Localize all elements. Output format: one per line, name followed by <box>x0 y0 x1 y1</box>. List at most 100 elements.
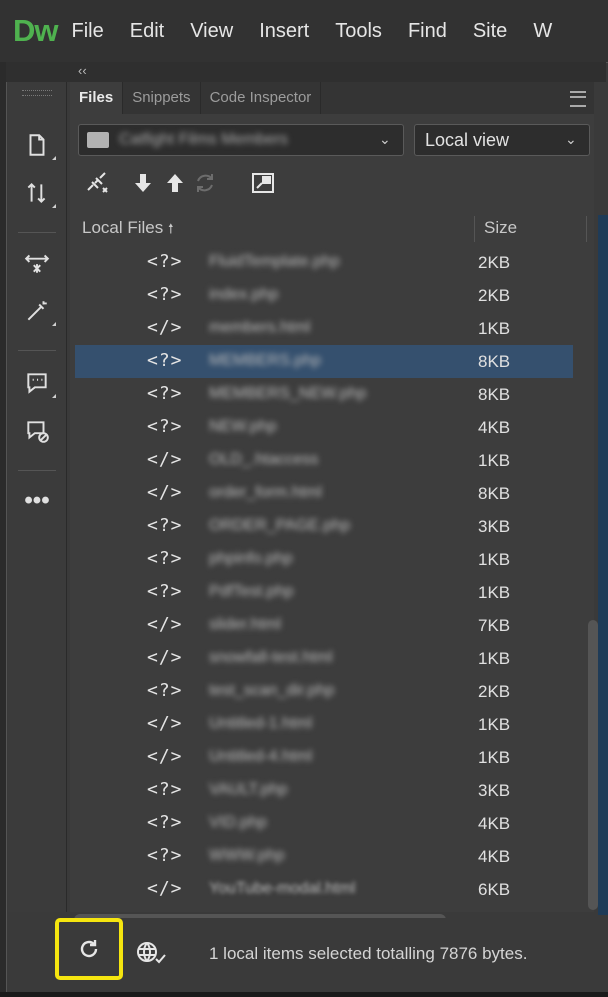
file-row[interactable]: <?> VAULT.php 3KB <box>75 774 573 807</box>
html-file-icon: </> <box>147 614 183 635</box>
file-name: Untitled-1.html <box>209 715 313 732</box>
file-size: 1KB <box>478 583 511 602</box>
files-panel: Files Snippets Code Inspector Catfight F… <box>70 82 594 912</box>
more-icon[interactable]: ••• <box>22 486 52 516</box>
file-list-header: Local Files 🠕 Size <box>74 214 587 244</box>
sync-icon[interactable] <box>188 168 222 198</box>
toolbar-grip[interactable] <box>22 90 52 96</box>
status-text: 1 local items selected totalling 7876 by… <box>209 944 528 963</box>
file-name: FluidTemplate.php <box>209 253 340 270</box>
left-toolbar: ••• <box>8 82 67 912</box>
file-toolbar <box>80 168 292 198</box>
file-row[interactable]: <?> test_scan_dir.php 2KB <box>75 675 573 708</box>
disconnect-icon[interactable] <box>80 168 114 198</box>
file-size: 2KB <box>478 253 511 272</box>
panel-collapse-bar[interactable]: ‹‹ <box>6 62 606 82</box>
file-row[interactable]: <?> MEMBERS.php 8KB <box>75 345 573 378</box>
vertical-scrollbar[interactable] <box>588 620 598 910</box>
file-name: MEMBERS.php <box>209 352 322 369</box>
comment-remove-icon[interactable] <box>22 416 52 446</box>
file-row[interactable]: <?> ORDER_PAGE.php 3KB <box>75 510 573 543</box>
file-row[interactable]: <?> PdfTest.php 1KB <box>75 576 573 609</box>
menu-find[interactable]: Find <box>408 20 447 43</box>
file-name: WWW.php <box>209 847 285 864</box>
column-size[interactable]: Size <box>484 218 517 238</box>
site-select[interactable]: Catfight Films Members ⌄ <box>78 124 404 156</box>
menu-edit[interactable]: Edit <box>130 20 164 43</box>
file-row[interactable]: </> YouTube-modal.html 6KB <box>75 873 573 906</box>
file-size: 4KB <box>478 847 511 866</box>
panel-tabs: Files Snippets Code Inspector <box>70 82 594 114</box>
html-file-icon: </> <box>147 317 183 338</box>
file-size: 3KB <box>478 517 511 536</box>
menu-window[interactable]: W <box>533 20 552 43</box>
file-row[interactable]: <?> phpinfo.php 1KB <box>75 543 573 576</box>
html-file-icon: </> <box>147 878 183 899</box>
menu-site[interactable]: Site <box>473 20 507 43</box>
menu-tools[interactable]: Tools <box>335 20 382 43</box>
file-size: 1KB <box>478 451 511 470</box>
tab-code-inspector[interactable]: Code Inspector <box>201 82 322 114</box>
file-row[interactable]: <?> NEW.php 4KB <box>75 411 573 444</box>
file-icon[interactable] <box>22 130 56 160</box>
file-name: order_form.html <box>209 484 322 501</box>
file-size: 3KB <box>478 781 511 800</box>
html-file-icon: </> <box>147 647 183 668</box>
file-row[interactable]: </> members.html 1KB <box>75 312 573 345</box>
file-row[interactable]: </> OLD_.htaccess 1KB <box>75 444 573 477</box>
put-file-arrow-up-icon[interactable] <box>158 168 192 198</box>
file-name: slider.html <box>209 616 282 633</box>
html-file-icon: </> <box>147 746 183 767</box>
tab-snippets[interactable]: Snippets <box>123 82 201 114</box>
file-size: 2KB <box>478 682 511 701</box>
file-name: VAULT.php <box>209 781 288 798</box>
file-name: MEMBERS_NEW.php <box>209 385 367 402</box>
file-name: NEW.php <box>209 418 277 435</box>
panel-menu-icon[interactable] <box>570 91 586 107</box>
file-row[interactable]: <?> FluidTemplate.php 2KB <box>75 246 573 279</box>
comment-icon[interactable] <box>22 368 56 398</box>
file-size: 8KB <box>478 352 511 371</box>
file-row[interactable]: <?> MEMBERS_NEW.php 8KB <box>75 378 573 411</box>
file-row[interactable]: </> slider.html 7KB <box>75 609 573 642</box>
php-file-icon: <?> <box>147 812 183 833</box>
expand-panel-icon[interactable] <box>246 168 280 198</box>
view-select-value: Local view <box>425 130 510 150</box>
view-select[interactable]: Local view ⌄ <box>414 124 590 156</box>
file-name: phpinfo.php <box>209 550 293 567</box>
file-name: test_scan_dir.php <box>209 682 335 699</box>
folder-icon <box>87 132 109 148</box>
tab-files[interactable]: Files <box>70 82 124 114</box>
php-file-icon: <?> <box>147 251 183 272</box>
php-file-icon: <?> <box>147 416 183 437</box>
wand-icon[interactable] <box>22 296 56 326</box>
file-row[interactable]: <?> WWW.php 4KB <box>75 840 573 873</box>
html-file-icon: </> <box>147 449 183 470</box>
file-list: <?> FluidTemplate.php 2KB <?> index.php 2KB </… <box>70 246 594 906</box>
column-local-files[interactable]: Local Files 🠕 <box>82 218 174 242</box>
sort-arrows-icon[interactable] <box>22 178 56 208</box>
toolbar-separator <box>18 232 56 233</box>
file-row[interactable]: <?> index.php 2KB <box>75 279 573 312</box>
menu-insert[interactable]: Insert <box>259 20 309 43</box>
file-name: YouTube-modal.html <box>209 880 356 897</box>
file-row[interactable]: </> Untitled-4.html 1KB <box>75 741 573 774</box>
file-row[interactable]: </> Untitled-1.html 1KB <box>75 708 573 741</box>
file-row[interactable]: </> order_form.html 8KB <box>75 477 573 510</box>
expand-icon[interactable] <box>22 248 52 278</box>
menu-file[interactable]: File <box>72 20 104 43</box>
toolbar-separator <box>18 470 56 471</box>
menu-view[interactable]: View <box>190 20 233 43</box>
get-file-arrow-down-icon[interactable] <box>126 168 160 198</box>
file-name: VID.php <box>209 814 267 831</box>
php-file-icon: <?> <box>147 383 183 404</box>
file-size: 7KB <box>478 616 511 635</box>
globe-check-icon[interactable] <box>134 938 168 968</box>
file-row[interactable]: </> snowfall-test.html 1KB <box>75 642 573 675</box>
file-size: 1KB <box>478 319 511 338</box>
file-row[interactable]: <?> VID.php 4KB <box>75 807 573 840</box>
refresh-button[interactable] <box>55 918 123 980</box>
toolbar-separator <box>18 350 56 351</box>
file-name: ORDER_PAGE.php <box>209 517 351 534</box>
collapse-chevron-icon[interactable]: ‹‹ <box>78 63 87 78</box>
